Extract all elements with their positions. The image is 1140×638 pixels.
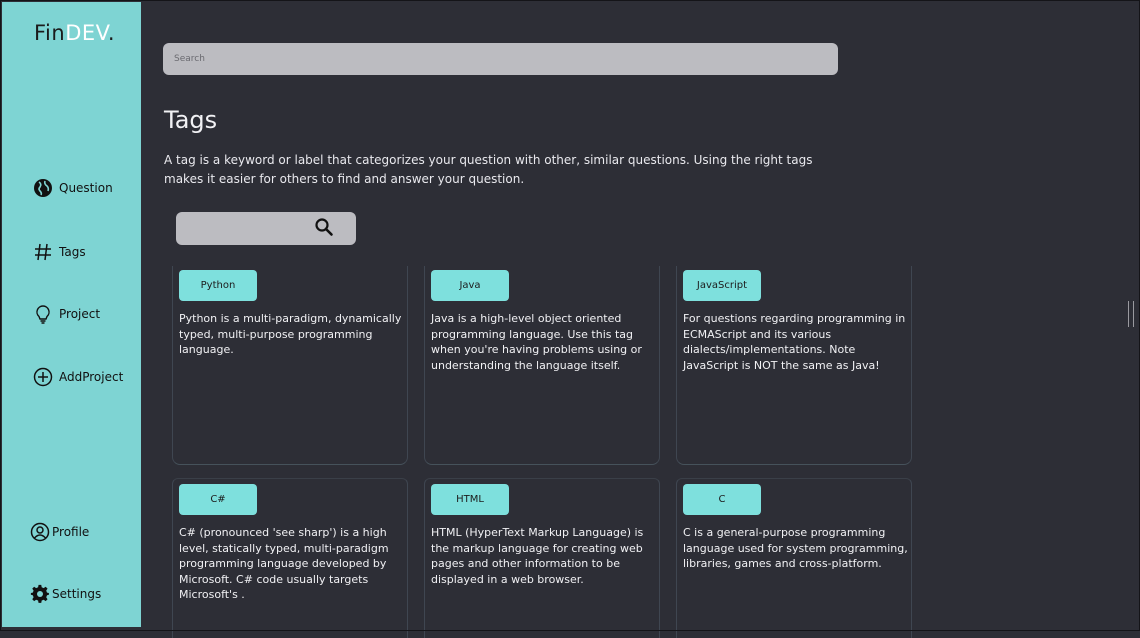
tag-card-html: HTML HTML (HyperText Markup Language) is…	[424, 478, 660, 638]
tag-description: HTML (HyperText Markup Language) is the …	[431, 526, 644, 586]
logo-text: Fin	[34, 21, 66, 45]
search-icon[interactable]	[314, 217, 334, 237]
tag-badge-html[interactable]: HTML	[431, 484, 509, 515]
tag-card-python: Python Python is a multi-paradigm, dynam…	[172, 266, 408, 465]
resize-handle[interactable]	[1128, 301, 1134, 327]
tag-search-box[interactable]	[176, 212, 356, 245]
page-title: Tags	[164, 106, 218, 134]
tag-badge-javascript[interactable]: JavaScript	[683, 270, 761, 301]
gear-icon	[30, 584, 49, 603]
nav-label: Tags	[59, 245, 86, 259]
nav-label: AddProject	[59, 370, 124, 384]
nav-label: Profile	[52, 525, 90, 539]
page-description: A tag is a keyword or label that categor…	[164, 153, 813, 186]
tag-description: C is a general-purpose programming langu…	[683, 526, 908, 570]
logo-dot: .	[107, 21, 115, 45]
tag-card-javascript: JavaScript For questions regarding progr…	[676, 266, 912, 465]
sidebar: FinDEV. Question Tags Project AddProject	[2, 2, 141, 627]
hash-icon	[35, 243, 51, 261]
tag-badge-python[interactable]: Python	[179, 270, 257, 301]
plus-circle-icon	[33, 367, 53, 387]
tag-search-input[interactable]	[176, 212, 301, 245]
logo[interactable]: FinDEV.	[34, 21, 115, 45]
nav-item-tags[interactable]: Tags	[33, 242, 86, 262]
nav-item-question[interactable]: Question	[33, 178, 113, 198]
tag-card-c: C C is a general-purpose programming lan…	[676, 478, 912, 638]
tag-badge-csharp[interactable]: C#	[179, 484, 257, 515]
nav-label: Project	[59, 307, 101, 321]
nav-item-settings[interactable]: Settings	[30, 584, 101, 604]
globe-icon	[34, 179, 52, 197]
nav-label: Question	[59, 181, 113, 195]
lightbulb-icon	[36, 305, 50, 324]
tag-description: C# (pronounced 'see sharp') is a high le…	[179, 526, 389, 601]
tag-description: Python is a multi-paradigm, dynamically …	[179, 312, 402, 356]
tag-card-java: Java Java is a high-level object oriente…	[424, 266, 660, 465]
user-circle-icon	[30, 522, 50, 542]
nav-item-profile[interactable]: Profile	[30, 522, 89, 542]
search-input[interactable]	[163, 43, 838, 75]
nav-item-addproject[interactable]: AddProject	[33, 367, 123, 387]
tag-description: Java is a high-level object oriented pro…	[431, 312, 642, 372]
tag-badge-c[interactable]: C	[683, 484, 761, 515]
nav-item-project[interactable]: Project	[33, 304, 100, 324]
tag-badge-java[interactable]: Java	[431, 270, 509, 301]
tag-description: For questions regarding programming in E…	[683, 312, 906, 372]
nav-label: Settings	[52, 587, 102, 601]
tag-card-csharp: C# C# (pronounced 'see sharp') is a high…	[172, 478, 408, 638]
logo-highlight: DEV	[65, 21, 108, 45]
